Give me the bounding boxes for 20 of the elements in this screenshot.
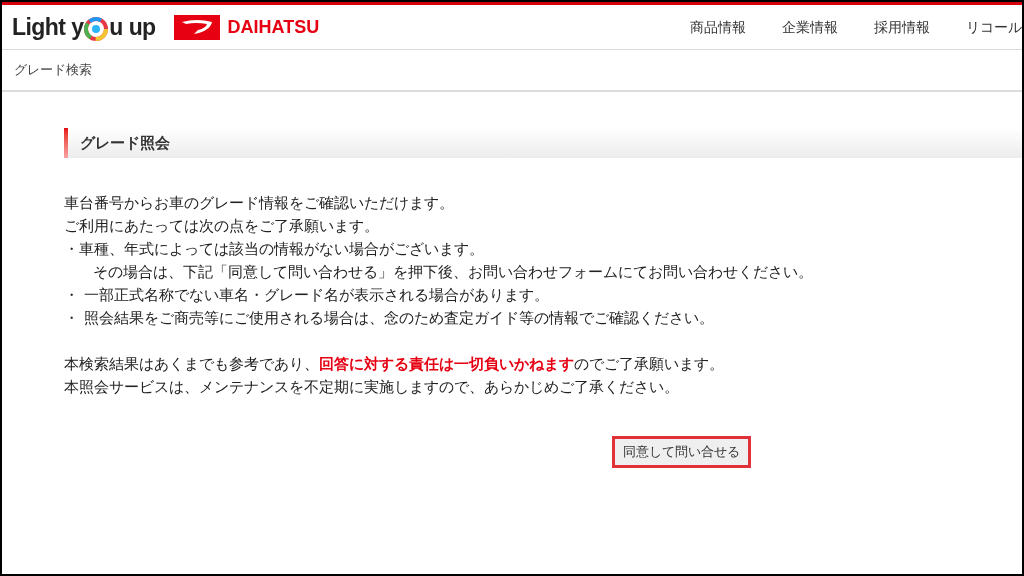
nav-link[interactable]: リコール	[966, 16, 1022, 38]
notice-text: 本照会サービスは、メンテナンスを不定期に実施しますので、あらかじめご了承ください。	[64, 378, 680, 397]
brand-name[interactable]: DAIHATSU	[227, 13, 320, 41]
logo-text[interactable]: u up	[109, 9, 156, 45]
logo-text[interactable]: Light y	[12, 9, 84, 45]
info-text: その場合は、下記「同意して問い合わせる」を押下後、お問い合わせフォームにてお問い合わせください。	[92, 263, 814, 282]
info-text: ・ 照会結果をご商売等にご使用される場合は、念のため査定ガイド等の情報でご確認ください。	[64, 309, 715, 328]
info-text: ・ 一部正式名称でない車名・グレード名が表示される場合があります。	[64, 286, 550, 305]
notice-text: 本検索結果はあくまでも参考であり、回答に対する責任は一切負いかねますのでご了承願います。	[64, 355, 725, 374]
agree-inquire-button[interactable]: 同意して問い合せる	[612, 436, 751, 468]
breadcrumb: グレード検索	[14, 61, 92, 80]
info-text: 車台番号からお車のグレード情報をご確認いただけます。	[64, 194, 455, 213]
nav-link[interactable]: 採用情報	[874, 16, 930, 38]
info-text: ・車種、年式によっては該当の情報がない場合がございます。	[64, 240, 485, 259]
rainbow-ring-icon	[84, 16, 109, 41]
info-text: ご利用にあたっては次の点をご了承願います。	[64, 217, 380, 236]
section-heading: グレード照会	[80, 132, 170, 154]
brand-mark-icon	[173, 14, 220, 40]
nav-link[interactable]: 企業情報	[782, 16, 838, 38]
nav-link[interactable]: 商品情報	[690, 16, 746, 38]
